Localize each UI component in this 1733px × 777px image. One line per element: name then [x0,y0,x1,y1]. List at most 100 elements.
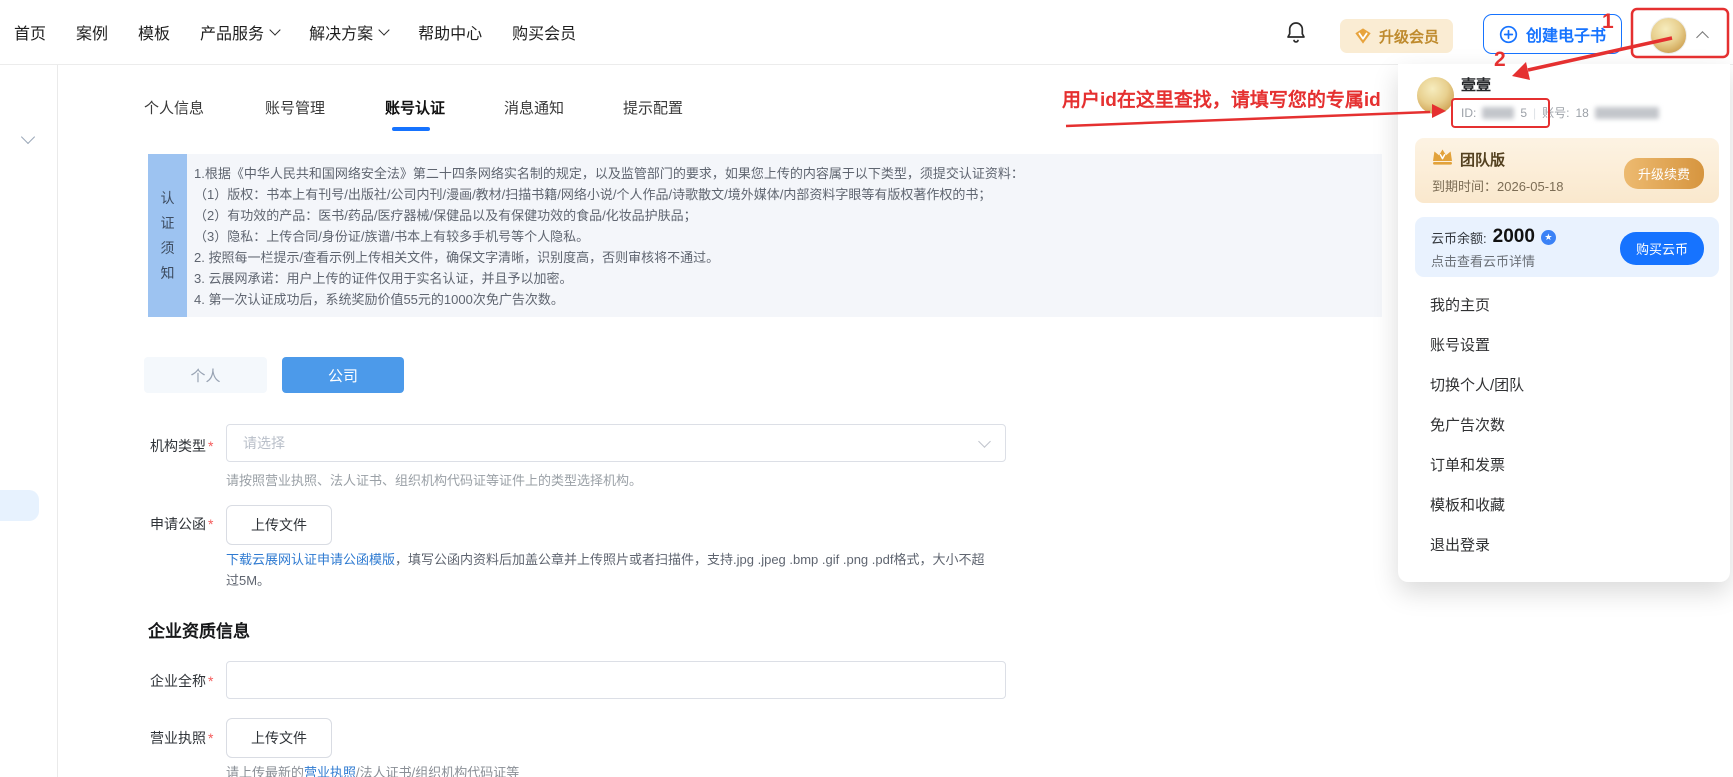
toggle-company[interactable]: 公司 [282,357,404,393]
company-name-input[interactable] [226,661,1006,699]
chevron-up-icon [1696,31,1709,44]
panel-user-avatar [1417,77,1454,114]
divider: | [1533,106,1536,120]
notice-line: 2. 按照每一栏提示/查看示例上传相关文件，确保文字清晰，识别度高，否则审核将不… [194,247,1372,268]
letter-description-line2: 过5M。 [226,570,984,591]
coin-detail-link[interactable]: 点击查看云币详情 [1431,251,1535,270]
menu-item-logout[interactable]: 退出登录 [1398,526,1730,566]
account-menu-button[interactable] [1650,17,1707,54]
active-tab-underline [392,127,430,131]
account-label: 账号: [1542,104,1569,121]
panel-id-row: ID: 5 | 账号: 18 [1461,104,1659,121]
nav-products-label: 产品服务 [200,20,264,44]
nav-products[interactable]: 产品服务 [200,20,279,44]
license-sample-link[interactable]: 营业执照 [304,765,356,777]
menu-item-ad-free-credits[interactable]: 免广告次数 [1398,406,1730,446]
letter-upload-button[interactable]: 上传文件 [226,505,332,545]
vip-diamond-icon [1354,27,1372,45]
coin-balance-row: 云币余额: 2000 ★ [1431,226,1556,248]
create-ebook-button[interactable]: 创建电子书 [1483,14,1622,54]
company-name-label-text: 企业全称 [150,673,206,689]
cloud-coin-card: 云币余额: 2000 ★ 点击查看云币详情 购买云币 [1415,217,1719,277]
tab-prompt-settings[interactable]: 提示配置 [623,96,683,122]
license-help-prefix: 请上传最新的 [226,765,304,777]
license-upload-button[interactable]: 上传文件 [226,718,332,758]
coin-balance-amount: 2000 [1493,226,1535,248]
notification-bell-icon[interactable] [1284,20,1308,46]
plan-expiry: 到期时间：2026-05-18 [1432,176,1564,195]
coin-balance-label: 云币余额: [1431,228,1487,247]
upgrade-membership-label: 升级会员 [1379,26,1439,47]
nav-help-center[interactable]: 帮助中心 [418,20,482,44]
redacted-user-id [1482,107,1514,119]
required-asterisk: * [208,438,213,454]
menu-item-my-homepage[interactable]: 我的主页 [1398,286,1730,326]
account-menu: 我的主页 账号设置 切换个人/团队 免广告次数 订单和发票 模板和收藏 退出登录 [1398,286,1730,566]
notice-line: 3. 云展网承诺：用户上传的证件仅用于实名认证，并且予以加密。 [194,268,1372,289]
license-help-suffix: /法人证书/组织机构代码证等 [356,765,519,777]
upgrade-membership-button[interactable]: 升级会员 [1340,19,1453,53]
org-type-label-text: 机构类型 [150,438,206,454]
user-id-label: ID: [1461,106,1476,120]
org-type-help: 请按照营业执照、法人证书、组织机构代码证等证件上的类型选择机构。 [226,470,642,489]
notice-line: （1）版权：书本上有刊号/出版社/公司内刊/漫画/教材/扫描书籍/网络小说/个人… [194,184,1372,205]
notice-text: 1.根据《中华人民共和国网络安全法》第二十四条网络实名制的规定，以及监管部门的要… [194,163,1372,310]
nav-buy-label: 购买会员 [512,20,576,44]
letter-label-text: 申请公函 [150,516,206,532]
account-visible-prefix: 18 [1576,106,1589,120]
sidebar-active-item-highlight[interactable] [0,490,39,521]
org-type-select[interactable]: 请选择 [226,424,1006,462]
sidebar-collapse-chevron-icon[interactable] [21,130,35,144]
chevron-down-icon [269,24,280,35]
renew-upgrade-button[interactable]: 升级续费 [1624,158,1704,189]
top-bar: 首页 案例 模板 产品服务 解决方案 帮助中心 购买会员 升级会员 [0,0,1733,65]
nav-templates[interactable]: 模板 [138,20,170,44]
company-name-label: 企业全称* [150,671,213,691]
license-label-text: 营业执照 [150,730,206,746]
verification-notice: 认 证 须 知 1.根据《中华人民共和国网络安全法》第二十四条网络实名制的规定，… [148,154,1382,317]
user-avatar [1650,17,1687,54]
page: 首页 案例 模板 产品服务 解决方案 帮助中心 购买会员 升级会员 [0,0,1733,777]
tab-message-notifications[interactable]: 消息通知 [504,96,564,122]
cloud-coin-icon: ★ [1541,230,1556,245]
tab-account-verification[interactable]: 账号认证 [385,96,445,122]
license-help: 请上传最新的营业执照/法人证书/组织机构代码证等 [226,762,519,777]
notice-line: （3）隐私：上传合同/身份证/族谱/书本上有较多手机号等个人隐私。 [194,226,1372,247]
tab-personal-info[interactable]: 个人信息 [144,96,204,122]
tab-account-management[interactable]: 账号管理 [265,96,325,122]
menu-item-templates-favorites[interactable]: 模板和收藏 [1398,486,1730,526]
notice-line: 4. 第一次认证成功后，系统奖励价值55元的1000次免广告次数。 [194,289,1372,310]
chevron-down-icon [378,24,389,35]
required-asterisk: * [208,730,213,746]
redacted-account-number [1595,107,1659,119]
notice-side-char: 认 [161,188,175,208]
annotation-tip-text: 用户id在这里查找，请填写您的专属id [1062,88,1381,111]
letter-description: 下载云展网认证申请公函模版，填写公函内资料后加盖公章并上传照片或者扫描件，支持.… [226,549,984,591]
annotation-arrow-line [1066,112,1430,126]
chevron-down-icon [978,435,991,448]
panel-username: 壹壹 [1461,74,1491,95]
letter-label: 申请公函* [150,514,213,534]
circle-plus-icon [1499,25,1518,44]
account-dropdown-panel: 壹壹 ID: 5 | 账号: 18 团队版 到期时间：2026-05-18 升级续费… [1398,64,1730,582]
toggle-personal[interactable]: 个人 [144,357,267,393]
nav-help-label: 帮助中心 [418,20,482,44]
letter-description-line1: 下载云展网认证申请公函模版，填写公函内资料后加盖公章并上传照片或者扫描件，支持.… [226,549,984,570]
nav-solutions[interactable]: 解决方案 [309,20,388,44]
menu-item-switch-personal-team[interactable]: 切换个人/团队 [1398,366,1730,406]
buy-coins-button[interactable]: 购买云币 [1620,232,1704,265]
user-id-visible-digit: 5 [1520,106,1527,120]
nav-buy-membership[interactable]: 购买会员 [512,20,576,44]
notice-side-char: 证 [161,213,175,233]
nav-cases[interactable]: 案例 [76,20,108,44]
menu-item-account-settings[interactable]: 账号设置 [1398,326,1730,366]
create-ebook-label: 创建电子书 [1526,22,1606,46]
notice-line: （2）有功效的产品：医书/药品/医疗器械/保健品以及有保健功效的食品/化妆品护肤… [194,205,1372,226]
nav-cases-label: 案例 [76,20,108,44]
plan-name: 团队版 [1460,149,1505,170]
nav-templates-label: 模板 [138,20,170,44]
menu-item-orders-invoices[interactable]: 订单和发票 [1398,446,1730,486]
letter-template-link[interactable]: 下载云展网认证申请公函模版 [226,552,395,567]
nav-home[interactable]: 首页 [14,20,46,44]
crown-icon [1431,148,1454,166]
